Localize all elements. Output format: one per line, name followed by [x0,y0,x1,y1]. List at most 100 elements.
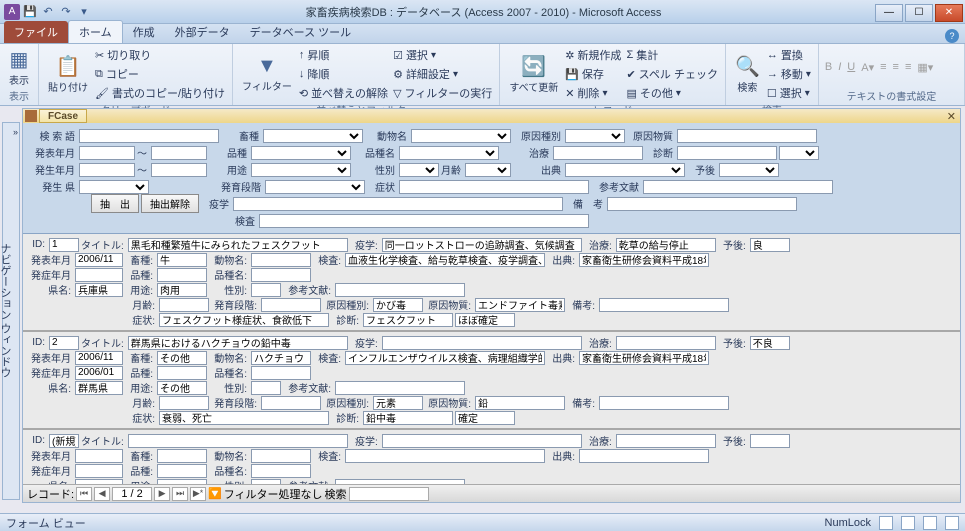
tab-home[interactable]: ホーム [68,20,123,43]
fld-shindankb[interactable] [455,411,515,425]
help-icon[interactable]: ? [945,29,959,43]
fld-dobutsu[interactable] [251,449,311,463]
fld-ekigaku[interactable] [382,434,582,448]
fld-shindan[interactable] [363,313,453,327]
inp-geninbus[interactable] [677,129,817,143]
fld-id[interactable] [49,238,79,252]
more-records-button[interactable]: ▤その他▾ [625,84,719,102]
align-center-button[interactable]: ≡ [893,61,899,73]
sel-hasseiken[interactable] [79,180,149,194]
delete-record-button[interactable]: ✕削除▾ [564,84,622,102]
fld-dobutsu[interactable] [251,351,311,365]
select-button[interactable]: ☐選択▾ [766,84,812,102]
fld-yogo[interactable] [750,336,790,350]
redo-icon[interactable]: ↷ [58,4,74,20]
tab-file[interactable]: ファイル [4,21,68,43]
nav-last-button[interactable]: ⏭ [172,487,188,501]
save-record-button[interactable]: 💾保存 [564,65,622,83]
fld-biko[interactable] [599,298,729,312]
bold-button[interactable]: B [825,61,832,73]
fld-id[interactable] [49,336,79,350]
fld-geninbus[interactable] [475,396,565,410]
fld-yogo[interactable] [750,434,790,448]
fld-hinshumei[interactable] [251,464,311,478]
sel-shutten[interactable] [565,163,685,177]
tab-external[interactable]: 外部データ [165,21,240,43]
fld-title[interactable] [128,238,348,252]
totals-button[interactable]: Σ集計 [625,46,719,64]
expand-navpane-icon[interactable]: » [13,127,18,137]
cut-button[interactable]: ✂切り取り [94,46,226,64]
fld-hatsuiku[interactable] [261,396,321,410]
sel-hinshumei[interactable] [399,146,499,160]
fld-seibetsu[interactable] [251,381,281,395]
toggle-filter-button[interactable]: ▽フィルターの実行 [392,84,493,102]
fld-shutten[interactable] [579,253,709,267]
nav-new-button[interactable]: ▶* [190,487,206,501]
inp-kensa[interactable] [259,214,589,228]
clear-extract-button[interactable]: 抽出解除 [141,194,199,213]
sel-hinshu[interactable] [251,146,351,160]
fld-dobutsu[interactable] [251,253,311,267]
fld-biko[interactable] [599,396,729,410]
spell-check-button[interactable]: ✔スペル チェック [625,65,719,83]
inp-hassei1[interactable] [79,163,135,177]
minimize-button[interactable]: — [875,4,903,22]
form-view-icon[interactable] [879,516,893,530]
find-button[interactable]: 🔍検索 [732,53,763,95]
italic-button[interactable]: I [838,61,841,73]
sel-yoto[interactable] [251,163,351,177]
advanced-filter-button[interactable]: ⚙詳細設定▾ [392,65,493,83]
sel-dobutsu[interactable] [411,129,511,143]
format-painter-button[interactable]: 🖌書式のコピー/貼り付け [94,84,226,102]
sel-shindankb[interactable] [779,146,819,160]
fld-chikushu[interactable] [157,253,207,267]
fld-yoto[interactable] [157,381,207,395]
sel-seibetsu[interactable] [399,163,439,177]
fld-happyo[interactable] [75,253,123,267]
sort-desc-button[interactable]: ↓降順 [298,65,389,83]
paste-button[interactable]: 📋貼り付け [45,53,91,95]
inp-happyo2[interactable] [151,146,207,160]
sel-hatsuiku[interactable] [265,180,365,194]
sel-getsurei[interactable] [465,163,511,177]
fld-ekigaku[interactable] [382,336,582,350]
fld-id[interactable] [49,434,79,448]
filter-button[interactable]: ▼フィルター [239,54,295,94]
sel-geninshu[interactable] [565,129,625,143]
inp-chiryo[interactable] [553,146,643,160]
fld-chikushu[interactable] [157,449,207,463]
undo-icon[interactable]: ↶ [40,4,56,20]
replace-button[interactable]: ↔置換 [766,46,812,64]
refresh-all-button[interactable]: 🔄すべて更新 [506,53,561,95]
inp-biko[interactable] [607,197,797,211]
fld-title[interactable] [128,336,348,350]
fld-chiryo[interactable] [616,238,716,252]
fld-shutten[interactable] [579,449,709,463]
fld-kensa[interactable] [345,449,545,463]
fld-seibetsu[interactable] [251,479,281,485]
sel-yogo[interactable] [719,163,779,177]
inp-happyo1[interactable] [79,146,135,160]
form-tab-close-icon[interactable]: ✕ [943,110,960,123]
font-color-button[interactable]: A▾ [861,61,874,74]
fld-hassei[interactable] [75,366,123,380]
save-icon[interactable]: 💾 [22,4,38,20]
fld-sankou[interactable] [335,283,465,297]
fld-geninbus[interactable] [475,298,565,312]
fld-hinshumei[interactable] [251,268,311,282]
fld-geninshu[interactable] [373,396,423,410]
fld-ken[interactable] [75,479,123,485]
inp-kensaku[interactable] [79,129,219,143]
inp-sankou[interactable] [643,180,833,194]
design-view-icon[interactable] [945,516,959,530]
close-button[interactable]: ✕ [935,4,963,22]
fld-shojo[interactable] [159,411,329,425]
fld-sankou[interactable] [335,479,465,485]
qat-more-icon[interactable]: ▾ [76,4,92,20]
maximize-button[interactable]: ☐ [905,4,933,22]
tab-create[interactable]: 作成 [123,21,165,43]
fld-getsurei[interactable] [159,396,209,410]
fld-happyo[interactable] [75,449,123,463]
fld-hinshu[interactable] [157,268,207,282]
